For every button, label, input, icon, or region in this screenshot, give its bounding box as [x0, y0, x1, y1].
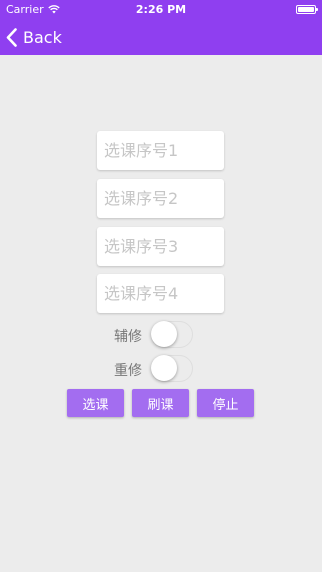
minor-switch-label: 辅修 [114, 329, 142, 345]
course-number-2-input[interactable] [97, 179, 224, 218]
battery-level [298, 7, 314, 12]
course-number-4-input[interactable] [97, 274, 224, 313]
retake-switch-row: 重修 [0, 355, 322, 383]
course-number-3-input[interactable] [97, 227, 224, 266]
refresh-course-button[interactable]: 刷课 [132, 389, 189, 417]
main-content: 辅修 重修 选课 刷课 停止 [0, 55, 322, 572]
chevron-left-icon [6, 27, 17, 47]
status-bar: Carrier 2:26 PM [0, 0, 322, 20]
stop-button[interactable]: 停止 [197, 389, 254, 417]
retake-toggle[interactable] [151, 355, 193, 382]
minor-toggle-knob [151, 321, 177, 347]
navigation-bar: Back [0, 20, 322, 55]
retake-toggle-knob [151, 355, 177, 381]
minor-toggle[interactable] [151, 321, 193, 348]
minor-switch-row: 辅修 [0, 321, 322, 349]
back-button[interactable]: Back [6, 24, 62, 50]
select-course-button[interactable]: 选课 [67, 389, 124, 417]
status-time: 2:26 PM [135, 3, 187, 16]
back-label: Back [23, 27, 62, 47]
retake-switch-label: 重修 [114, 363, 142, 379]
course-number-1-input[interactable] [97, 131, 224, 170]
battery-icon [296, 5, 318, 14]
